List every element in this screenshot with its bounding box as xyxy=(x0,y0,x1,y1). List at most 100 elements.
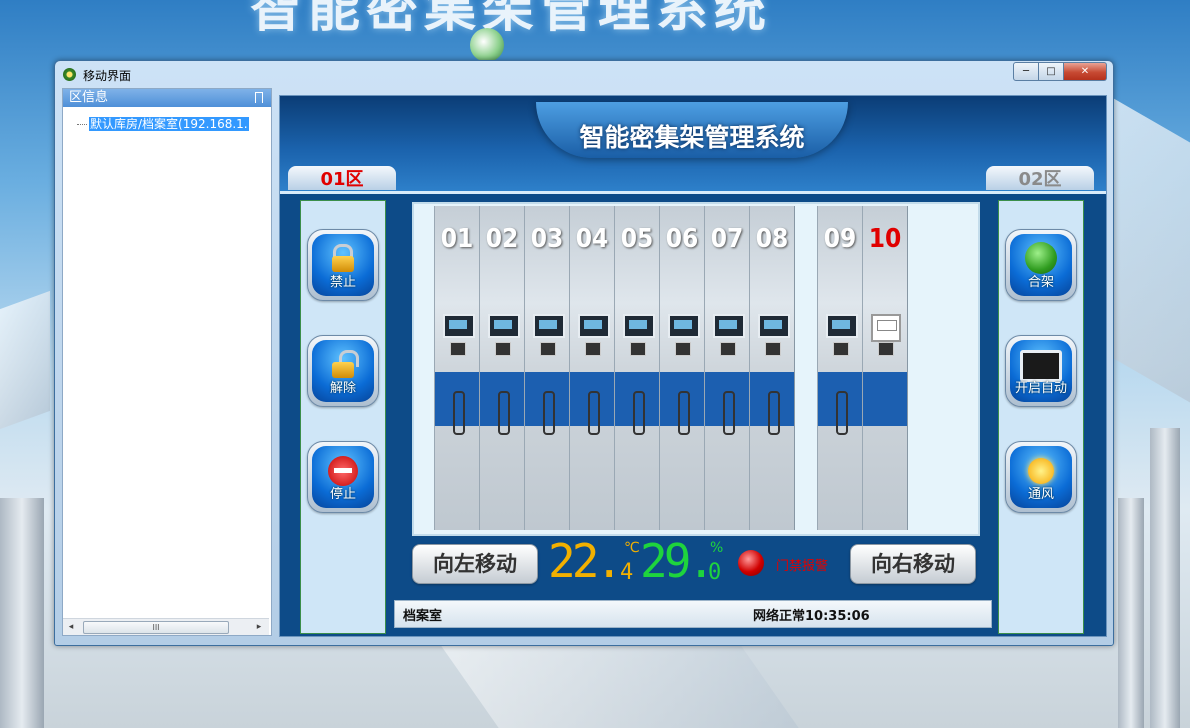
shelf-number: 07 xyxy=(710,224,744,254)
shelf-band xyxy=(863,372,907,426)
minimize-button[interactable]: ─ xyxy=(1013,62,1039,81)
shelf-number: 10 xyxy=(868,224,902,254)
shelf-display xyxy=(826,314,858,338)
horizontal-scrollbar[interactable]: ◂ III ▸ xyxy=(63,618,269,635)
close-shelves-face: 合架 xyxy=(1010,234,1072,296)
scroll-right-icon[interactable]: ▸ xyxy=(253,621,265,633)
tree-item-label[interactable]: 默认库房/档案室(192.168.1. xyxy=(89,117,249,131)
shelf-handle-icon xyxy=(588,391,600,435)
window-controls: ─ □ ✕ xyxy=(1013,62,1107,81)
shelf-07[interactable]: 07 xyxy=(704,206,750,530)
globe-refresh-icon xyxy=(1025,242,1057,274)
shelf-number: 02 xyxy=(485,224,519,254)
shelf-10[interactable]: 10 xyxy=(862,206,908,530)
header-divider xyxy=(280,191,1106,194)
zone-tab-01[interactable]: 01区 xyxy=(288,166,396,190)
shelf-keypad xyxy=(585,342,601,356)
tree-item[interactable]: 默认库房/档案室(192.168.1. xyxy=(77,115,249,132)
desktop-shard xyxy=(0,290,50,430)
shelf-display xyxy=(713,314,745,338)
system-header: 智能密集架管理系统 01区 02区 xyxy=(280,96,1106,194)
shelf-display xyxy=(623,314,655,338)
desktop-building xyxy=(1150,428,1180,728)
shelf-number: 05 xyxy=(620,224,654,254)
auto-mode-face: 开启自动 xyxy=(1010,340,1072,402)
shelf-02[interactable]: 02 xyxy=(479,206,525,530)
shelf-handle-icon xyxy=(543,391,555,435)
shelf-keypad xyxy=(450,342,466,356)
forbid-button[interactable]: 禁止 xyxy=(307,229,379,301)
pin-icon[interactable] xyxy=(255,92,263,103)
shelf-handle-icon xyxy=(453,391,465,435)
maximize-button[interactable]: □ xyxy=(1039,62,1064,81)
stop-label: 停止 xyxy=(329,487,356,502)
shelf-handle-icon xyxy=(723,391,735,435)
shelf-keypad xyxy=(675,342,691,356)
shelf-number: 04 xyxy=(575,224,609,254)
close-shelves-label: 合架 xyxy=(1027,275,1054,290)
shelf-keypad xyxy=(765,342,781,356)
shelf-number: 03 xyxy=(530,224,564,254)
scroll-thumb[interactable]: III xyxy=(83,621,229,634)
close-button[interactable]: ✕ xyxy=(1064,62,1107,81)
shelf-03[interactable]: 03 xyxy=(524,206,570,530)
shelf-08[interactable]: 08 xyxy=(749,206,795,530)
status-location: 档案室 xyxy=(403,609,443,624)
move-right-button[interactable]: 向右移动 xyxy=(850,544,976,584)
shelf-handle-icon xyxy=(836,391,848,435)
shelf-rack-area: 01 02 03 04 05 06 07 08 09 10 xyxy=(412,202,980,536)
alarm-indicator-icon xyxy=(738,550,764,576)
desktop-building xyxy=(1118,498,1144,728)
humidity-decimal: 0 xyxy=(708,560,722,585)
temperature-decimal: 4 xyxy=(620,560,634,585)
shelf-display xyxy=(443,314,475,338)
release-button-face: 解除 xyxy=(312,340,374,402)
stop-button[interactable]: 停止 xyxy=(307,441,379,513)
title-plate: 智能密集架管理系统 xyxy=(536,102,848,158)
shelf-09[interactable]: 09 xyxy=(817,206,863,530)
stop-icon-bar xyxy=(334,468,352,473)
desktop-shard xyxy=(441,646,799,728)
system-title: 智能密集架管理系统 xyxy=(579,123,805,152)
close-shelves-button[interactable]: 合架 xyxy=(1005,229,1077,301)
status-bar: 档案室 网络正常10:35:06 xyxy=(394,600,992,628)
tree-connector xyxy=(77,124,87,125)
shelf-control-panel: 智能密集架管理系统 01区 02区 禁止 解除 停止 01 02 03 04 0… xyxy=(279,95,1107,637)
desktop-shard xyxy=(1112,97,1190,403)
ventilate-label: 通风 xyxy=(1027,487,1054,502)
ventilate-face: 通风 xyxy=(1010,446,1072,508)
zone-tab-02[interactable]: 02区 xyxy=(986,166,1094,190)
shelf-06[interactable]: 06 xyxy=(659,206,705,530)
desktop-banner-title: 智能密集架管理系统 xyxy=(250,0,773,39)
shelf-01[interactable]: 01 xyxy=(434,206,480,530)
lock-closed-icon xyxy=(332,256,354,272)
shelf-handle-icon xyxy=(678,391,690,435)
shelf-keypad xyxy=(833,342,849,356)
right-button-column: 合架 开启自动 通风 xyxy=(998,200,1084,634)
shelf-display xyxy=(668,314,700,338)
humidity-value: 29. xyxy=(640,534,715,588)
move-left-button[interactable]: 向左移动 xyxy=(412,544,538,584)
stop-button-face: 停止 xyxy=(312,446,374,508)
app-icon xyxy=(63,68,76,81)
zone-info-panel: 区信息 默认库房/档案室(192.168.1. ◂ III ▸ xyxy=(62,88,272,636)
release-label: 解除 xyxy=(329,381,356,396)
ventilate-button[interactable]: 通风 xyxy=(1005,441,1077,513)
shelf-05[interactable]: 05 xyxy=(614,206,660,530)
shelf-keypad xyxy=(495,342,511,356)
status-network-time: 网络正常10:35:06 xyxy=(753,609,870,624)
shelf-keypad xyxy=(720,342,736,356)
left-button-column: 禁止 解除 停止 xyxy=(300,200,386,634)
shelf-keypad xyxy=(878,342,894,356)
shelf-handle-icon xyxy=(768,391,780,435)
shelf-display xyxy=(488,314,520,338)
release-button[interactable]: 解除 xyxy=(307,335,379,407)
forbid-button-face: 禁止 xyxy=(312,234,374,296)
shelf-handle-icon xyxy=(498,391,510,435)
shelf-04[interactable]: 04 xyxy=(569,206,615,530)
shelf-number: 06 xyxy=(665,224,699,254)
scroll-left-icon[interactable]: ◂ xyxy=(65,621,77,633)
auto-mode-button[interactable]: 开启自动 xyxy=(1005,335,1077,407)
window-titlebar[interactable]: 移动界面 ─ □ ✕ xyxy=(55,61,1113,87)
shelf-keypad xyxy=(630,342,646,356)
